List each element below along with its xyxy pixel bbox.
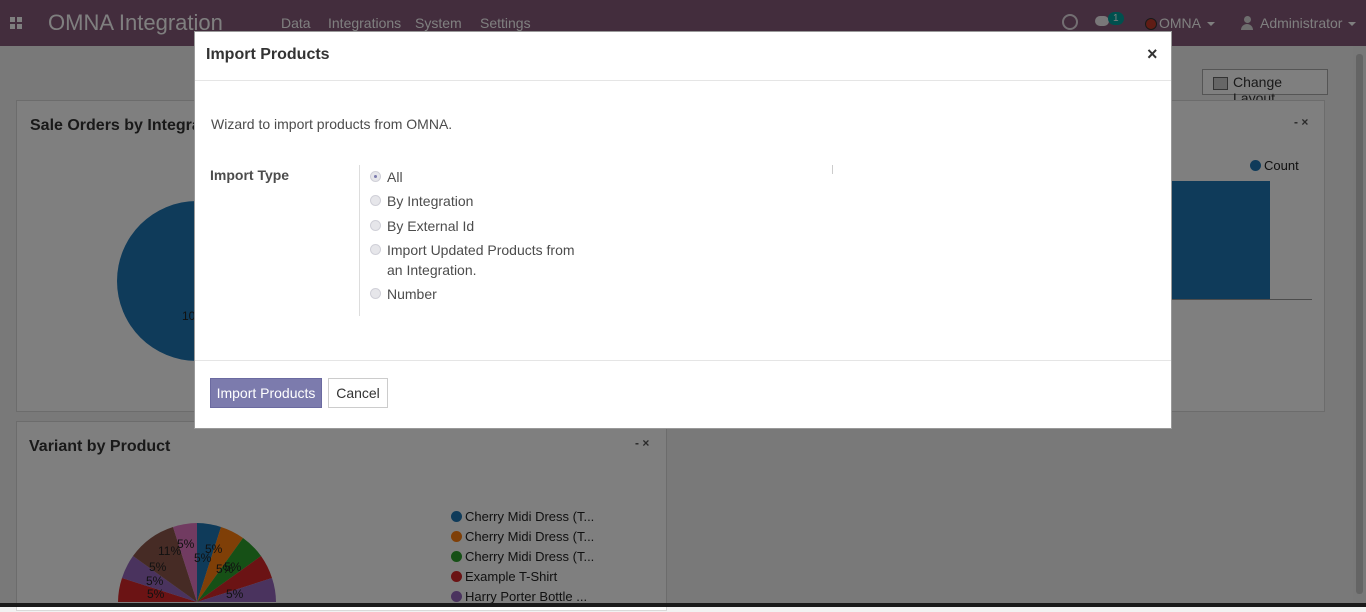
radio-label: By Integration bbox=[387, 193, 474, 209]
radio-button[interactable] bbox=[370, 171, 381, 182]
modal-title: Import Products bbox=[206, 46, 330, 63]
modal-footer: Import Products Cancel bbox=[195, 360, 1171, 431]
field-divider bbox=[832, 165, 833, 174]
modal-header: Import Products × bbox=[195, 32, 1171, 81]
import-type-radio-group: All By Integration By External Id Import… bbox=[359, 165, 620, 316]
import-products-dialog: Import Products × Wizard to import produ… bbox=[194, 31, 1172, 429]
radio-button[interactable] bbox=[370, 195, 381, 206]
import-products-button[interactable]: Import Products bbox=[210, 378, 322, 408]
radio-button[interactable] bbox=[370, 244, 381, 255]
radio-label: By External Id bbox=[387, 218, 475, 234]
radio-label: All bbox=[387, 169, 403, 185]
close-icon[interactable]: × bbox=[1147, 44, 1158, 65]
radio-label: Number bbox=[387, 286, 437, 302]
radio-label: Import Updated Products from an Integrat… bbox=[387, 242, 575, 278]
import-type-label: Import Type bbox=[210, 167, 290, 183]
wizard-description: Wizard to import products from OMNA. bbox=[211, 116, 453, 132]
cancel-button[interactable]: Cancel bbox=[328, 378, 388, 408]
radio-button[interactable] bbox=[370, 220, 381, 231]
radio-button[interactable] bbox=[370, 288, 381, 299]
